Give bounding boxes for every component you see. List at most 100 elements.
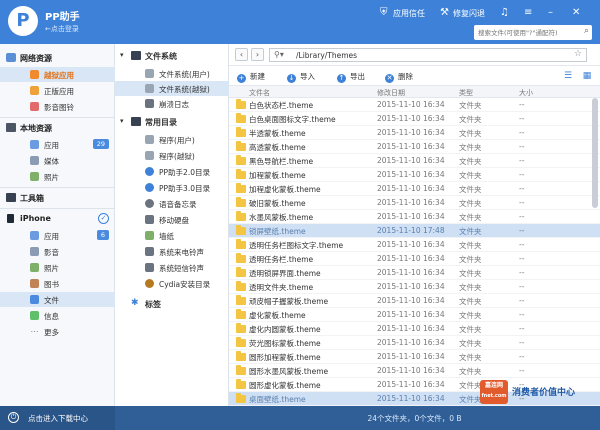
minimize-icon[interactable]: –	[548, 7, 553, 18]
tree-item-apps-jailbreak[interactable]: 程序(越狱)	[115, 148, 229, 163]
file-name: 透明任务栏图标文字.theme	[249, 241, 344, 250]
table-row[interactable]: 圆形水墨风蒙板.theme 2015-11-10 16:34 文件夹 --	[229, 364, 600, 378]
file-date: 2015-11-10 16:34	[377, 352, 445, 361]
nav-item-local-apps[interactable]: 应用 29	[0, 137, 115, 152]
tree-section-tags[interactable]: ✱ 标签	[115, 296, 229, 312]
table-row[interactable]: 透明文件夹.theme 2015-11-10 16:34 文件夹 --	[229, 280, 600, 294]
table-row[interactable]: 半透蒙板.theme 2015-11-10 16:34 文件夹 --	[229, 126, 600, 140]
tree-item-sms-tones[interactable]: 系统短信铃声	[115, 260, 229, 275]
table-row[interactable]: 白色桌面图标文字.theme 2015-11-10 16:34 文件夹 --	[229, 112, 600, 126]
tree-item-pp2[interactable]: PP助手2.0目录	[115, 164, 229, 179]
nav-item-device-books[interactable]: 图书	[0, 276, 115, 291]
back-button[interactable]: ‹	[235, 48, 248, 61]
folder-icon	[236, 351, 246, 361]
nav-section-local[interactable]: 本地资源	[0, 120, 115, 136]
download-center-link[interactable]: ⏻ 点击进入下载中心	[0, 406, 115, 430]
tree-section-common[interactable]: ▾ 常用目录	[115, 114, 229, 130]
nav-item-device-media[interactable]: 影音	[0, 244, 115, 259]
table-row[interactable]: 透明锁屏界面.theme 2015-11-10 16:34 文件夹 --	[229, 266, 600, 280]
nav-section-toolbox[interactable]: 工具箱	[0, 190, 115, 206]
table-row[interactable]: 水墨风蒙板.theme 2015-11-10 16:34 文件夹 --	[229, 210, 600, 224]
app-trust-button[interactable]: 应用信任	[393, 8, 425, 19]
delete-button[interactable]: ✕ 删除	[385, 71, 413, 83]
table-row[interactable]: 黑色导航栏.theme 2015-11-10 16:34 文件夹 --	[229, 154, 600, 168]
file-name: 虚化内圆蒙板.theme	[249, 325, 321, 334]
path-field[interactable]: ⚲▾ /Library/Themes ☆	[269, 48, 587, 62]
file-type: 文件夹	[459, 143, 482, 152]
nav-item-local-media[interactable]: 媒体	[0, 153, 115, 168]
nav-item-device-messages[interactable]: 信息	[0, 308, 115, 323]
count-badge: 6	[96, 230, 109, 240]
table-row[interactable]: 透明任务栏图标文字.theme 2015-11-10 16:34 文件夹 --	[229, 238, 600, 252]
table-row[interactable]: 虚化蒙板.theme 2015-11-10 16:34 文件夹 --	[229, 308, 600, 322]
tree-item-voice-memo[interactable]: 语音备忘录	[115, 196, 229, 211]
scrollbar[interactable]	[592, 98, 598, 208]
bookmark-star-icon[interactable]: ☆	[574, 49, 582, 59]
table-row[interactable]: 加程蒙板.theme 2015-11-10 16:34 文件夹 --	[229, 168, 600, 182]
table-row[interactable]: 高透蒙板.theme 2015-11-10 16:34 文件夹 --	[229, 140, 600, 154]
search-icon[interactable]: ⌕	[584, 26, 589, 36]
nav-item-media-ringtones[interactable]: 影音图铃	[0, 99, 115, 114]
file-date: 2015-11-10 17:48	[377, 226, 445, 235]
col-name[interactable]: 文件名	[249, 88, 270, 98]
nav-item-local-photos[interactable]: 照片	[0, 169, 115, 184]
nav-item-device-files[interactable]: 文件	[0, 292, 115, 307]
close-icon[interactable]: ✕	[572, 7, 580, 18]
folder-icon	[236, 197, 246, 207]
search-input[interactable]	[474, 25, 578, 40]
tree-item-cydia[interactable]: Cydia安装目录	[115, 276, 229, 291]
tree-item-wallpaper[interactable]: 墙纸	[115, 228, 229, 243]
menu-icon[interactable]: ≡	[524, 7, 532, 18]
file-date: 2015-11-10 16:34	[377, 254, 445, 263]
tree-item-crash-log[interactable]: 崩溃日志	[115, 96, 229, 111]
grid-view-icon[interactable]: ▦	[581, 70, 593, 82]
collapse-icon[interactable]: ▾	[120, 117, 124, 125]
table-row[interactable]: 顽皮帽子握蒙板.theme 2015-11-10 16:34 文件夹 --	[229, 294, 600, 308]
file-name: 圆形虚化蒙板.theme	[249, 381, 321, 390]
file-name: 白色状态栏.theme	[249, 101, 314, 110]
import-button[interactable]: ↓ 导入	[287, 71, 315, 83]
table-row[interactable]: 锁屏壁纸.theme 2015-11-10 17:48 文件夹 --	[229, 224, 600, 238]
nav-item-device-apps[interactable]: 应用 6	[0, 228, 115, 243]
nav-item-device-photos[interactable]: 照片	[0, 260, 115, 275]
tree-item-ringtones[interactable]: 系统来电铃声	[115, 244, 229, 259]
col-type[interactable]: 类型	[459, 88, 473, 98]
collapse-icon[interactable]: ▾	[120, 51, 124, 59]
file-size: --	[519, 254, 525, 263]
table-row[interactable]: 虚化内圆蒙板.theme 2015-11-10 16:34 文件夹 --	[229, 322, 600, 336]
nav-item-jailbreak-apps[interactable]: 越狱应用	[0, 67, 115, 82]
table-row[interactable]: 圆形加程蒙板.theme 2015-11-10 16:34 文件夹 --	[229, 350, 600, 364]
col-date[interactable]: 修改日期	[377, 88, 405, 98]
nav-section-iphone[interactable]: iPhone ✓	[0, 211, 115, 227]
file-size: --	[519, 142, 525, 151]
forward-button[interactable]: ›	[251, 48, 264, 61]
tree-item-usb-drive[interactable]: 移动硬盘	[115, 212, 229, 227]
tree-item-pp3[interactable]: PP助手3.0目录	[115, 180, 229, 195]
table-row[interactable]: 透明任务栏.theme 2015-11-10 16:34 文件夹 --	[229, 252, 600, 266]
export-button[interactable]: ↑ 导出	[337, 71, 365, 83]
tree-section-filesystem[interactable]: ▾ 文件系统	[115, 48, 229, 64]
table-row[interactable]: 白色状态栏.theme 2015-11-10 16:34 文件夹 --	[229, 98, 600, 112]
tree-item-apps-user[interactable]: 程序(用户)	[115, 132, 229, 147]
table-row[interactable]: 荧光图标蒙板.theme 2015-11-10 16:34 文件夹 --	[229, 336, 600, 350]
message-icon	[30, 311, 39, 320]
music-icon[interactable]: ♫	[500, 7, 509, 18]
col-size[interactable]: 大小	[519, 88, 533, 98]
file-size: --	[519, 226, 525, 235]
new-button[interactable]: + 新建	[237, 71, 265, 83]
login-link[interactable]: ←点击登录	[45, 24, 79, 34]
file-name: 破旧蒙板.theme	[249, 199, 306, 208]
file-name: 顽皮帽子握蒙板.theme	[249, 297, 329, 306]
tree-item-fs-user[interactable]: 文件系统(用户)	[115, 66, 229, 81]
file-type: 文件夹	[459, 367, 482, 376]
nav-item-genuine-apps[interactable]: 正版应用	[0, 83, 115, 98]
table-row[interactable]: 加程虚化蒙板.theme 2015-11-10 16:34 文件夹 --	[229, 182, 600, 196]
nav-section-network[interactable]: 网络资源	[0, 50, 115, 66]
table-row[interactable]: 破旧蒙板.theme 2015-11-10 16:34 文件夹 --	[229, 196, 600, 210]
tree-item-fs-jailbreak[interactable]: 文件系统(越狱)	[115, 81, 229, 96]
filesystem-icon	[131, 51, 141, 60]
nav-item-device-more[interactable]: ⋯ 更多	[0, 324, 115, 339]
fix-crash-button[interactable]: 修复闪退	[453, 8, 485, 19]
list-view-icon[interactable]: ☰	[562, 70, 574, 82]
file-type: 文件夹	[459, 157, 482, 166]
